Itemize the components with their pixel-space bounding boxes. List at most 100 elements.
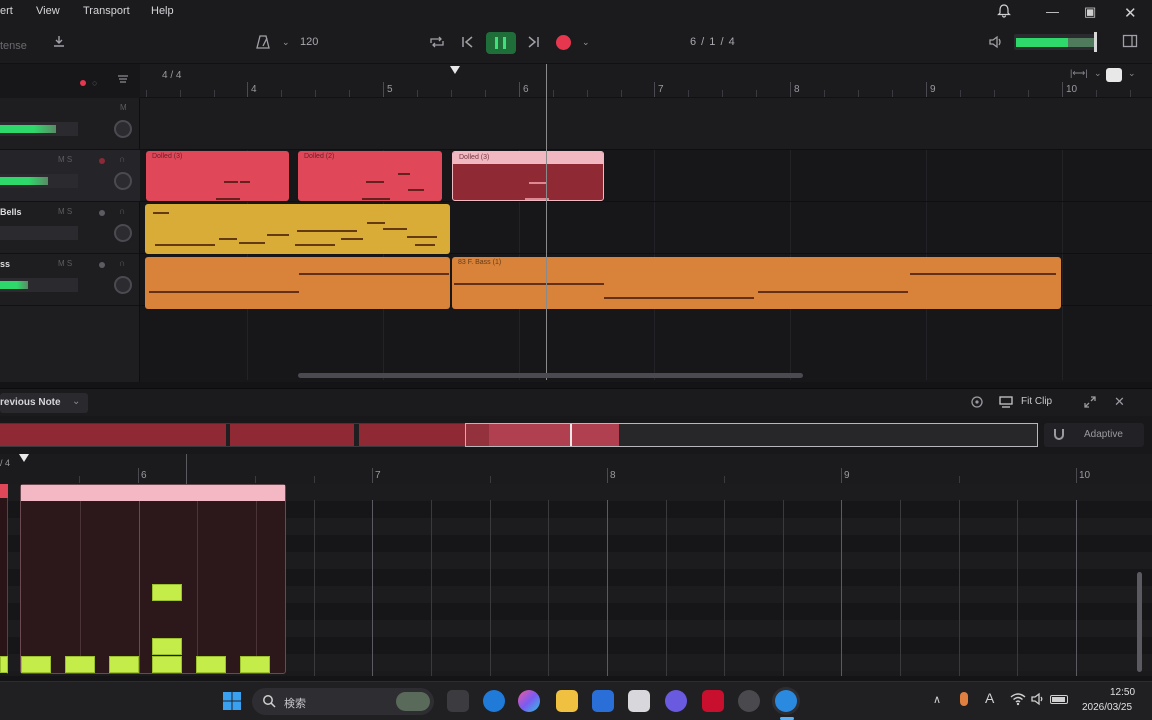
zoom-dropdown-icon[interactable]: ⌄: [1094, 68, 1102, 79]
time-signature[interactable]: 4 / 4: [162, 70, 181, 81]
pause-button[interactable]: [486, 32, 516, 54]
volume-icon[interactable]: [988, 35, 1004, 52]
minimize-icon[interactable]: —: [1046, 4, 1059, 19]
position-display[interactable]: 6 / 1 / 4: [690, 36, 736, 48]
wifi-icon[interactable]: [1010, 692, 1026, 709]
obs-icon[interactable]: [738, 690, 760, 712]
pan-knob[interactable]: [114, 224, 132, 242]
taskbar-search-box[interactable]: 検索: [252, 688, 434, 715]
track-name[interactable]: Bells: [0, 207, 22, 217]
menu-file[interactable]: ert: [0, 5, 13, 17]
bell-icon[interactable]: [997, 4, 1011, 21]
track-volume-meter[interactable]: [0, 174, 78, 188]
mail-icon[interactable]: [592, 690, 614, 712]
fit-clip-icon[interactable]: [998, 395, 1014, 412]
track-volume-meter[interactable]: [0, 122, 78, 136]
app-red-icon[interactable]: [702, 690, 724, 712]
mute-button[interactable]: M: [120, 103, 127, 112]
expand-icon[interactable]: [1083, 395, 1097, 412]
bass-clip[interactable]: [145, 257, 450, 309]
tempo-value[interactable]: 120: [300, 36, 318, 48]
track-header[interactable]: M: [0, 98, 140, 150]
fit-clip-button[interactable]: Fit Clip: [1021, 396, 1052, 407]
editor-ruler[interactable]: / 4 6 7 8 9 10: [0, 454, 1152, 484]
track-volume-meter[interactable]: [0, 226, 78, 240]
task-view-icon[interactable]: [447, 690, 469, 712]
edge-browser-icon[interactable]: [483, 690, 505, 712]
media-player-icon[interactable]: [665, 690, 687, 712]
piano-roll-grid[interactable]: [0, 484, 1152, 676]
close-editor-icon[interactable]: ✕: [1114, 394, 1125, 410]
copilot-icon[interactable]: [518, 690, 540, 712]
record-button[interactable]: [556, 35, 571, 50]
previous-clip-region[interactable]: [0, 484, 8, 674]
midi-note[interactable]: [240, 656, 270, 673]
pan-knob[interactable]: [114, 172, 132, 190]
record-arm-icon[interactable]: [99, 158, 105, 164]
record-arm-indicator-icon[interactable]: [80, 80, 86, 86]
zoom-fit-icon[interactable]: |⟷|: [1070, 68, 1088, 79]
drum-clip[interactable]: Dolled (3): [146, 151, 289, 201]
pan-knob[interactable]: [114, 120, 132, 138]
timeline-ruler[interactable]: 4 / 4 4 5 6 7 8 9 10 |⟷| ⌄ ⌄: [140, 64, 1152, 98]
bass-clip[interactable]: 83 F. Bass (1): [452, 257, 1061, 309]
metronome-dropdown-icon[interactable]: ⌄: [282, 37, 290, 48]
track-list-menu-icon[interactable]: [117, 74, 129, 87]
midi-note[interactable]: [152, 656, 182, 673]
clip-overview-strip[interactable]: Adaptive: [0, 416, 1152, 454]
track-header[interactable]: ss M S ∩: [0, 254, 140, 306]
midi-note[interactable]: [152, 638, 182, 655]
track-volume-meter[interactable]: [0, 278, 78, 292]
midi-note[interactable]: [21, 656, 51, 673]
snap-control[interactable]: Adaptive: [1044, 423, 1144, 447]
headphones-icon[interactable]: ∩: [119, 154, 125, 164]
track-lane[interactable]: [140, 98, 1152, 150]
skip-back-icon[interactable]: [461, 34, 475, 53]
tray-overflow-icon[interactable]: ∧: [933, 693, 941, 706]
track-name[interactable]: ss: [0, 259, 10, 269]
midi-note[interactable]: [109, 656, 139, 673]
mute-solo-buttons[interactable]: M S: [58, 259, 72, 268]
selected-clip-header[interactable]: [21, 485, 285, 501]
export-icon[interactable]: [52, 34, 66, 51]
ime-icon[interactable]: A: [985, 690, 994, 706]
record-dropdown-icon[interactable]: ⌄: [582, 37, 590, 48]
microphone-icon[interactable]: [960, 692, 968, 706]
clock-time[interactable]: 12:50: [1110, 687, 1135, 698]
loop-icon[interactable]: [428, 34, 446, 53]
record-arm-icon[interactable]: [99, 262, 105, 268]
bells-clip[interactable]: [145, 204, 450, 254]
midi-note[interactable]: [0, 656, 8, 673]
midi-note[interactable]: [152, 584, 182, 601]
master-volume-meter[interactable]: [1014, 34, 1096, 50]
metronome-icon[interactable]: [255, 34, 271, 53]
midi-note[interactable]: [65, 656, 95, 673]
menu-help[interactable]: Help: [151, 5, 174, 17]
panel-toggle-icon[interactable]: [1122, 34, 1138, 51]
follow-playhead-icon[interactable]: [1106, 68, 1122, 82]
file-explorer-icon[interactable]: [556, 690, 578, 712]
midi-note[interactable]: [196, 656, 226, 673]
horizontal-scrollbar[interactable]: [298, 373, 803, 378]
mute-solo-buttons[interactable]: M S: [58, 155, 72, 164]
drum-clip[interactable]: Dolled (2): [298, 151, 442, 201]
maximize-icon[interactable]: ▣: [1084, 4, 1096, 20]
track-header[interactable]: Bells M S ∩: [0, 202, 140, 254]
track-header[interactable]: M S ∩: [0, 150, 140, 202]
drum-clip-selected[interactable]: Dolled (3): [452, 151, 604, 201]
editor-playhead-marker-icon[interactable]: [19, 454, 29, 462]
monitor-icon[interactable]: ○: [92, 78, 97, 88]
active-app-icon[interactable]: [775, 690, 797, 712]
skip-forward-icon[interactable]: [526, 34, 540, 53]
mute-solo-buttons[interactable]: M S: [58, 207, 72, 216]
battery-icon[interactable]: [1050, 695, 1068, 704]
playhead-marker-icon[interactable]: [450, 66, 460, 74]
speaker-icon[interactable]: [1031, 692, 1045, 709]
record-arm-icon[interactable]: [99, 210, 105, 216]
follow-dropdown-icon[interactable]: ⌄: [1128, 68, 1136, 79]
playhead-line[interactable]: [546, 64, 547, 380]
store-icon[interactable]: [628, 690, 650, 712]
track-lane[interactable]: [140, 150, 1152, 202]
headphones-icon[interactable]: ∩: [119, 206, 125, 216]
settings-icon[interactable]: [970, 395, 984, 412]
